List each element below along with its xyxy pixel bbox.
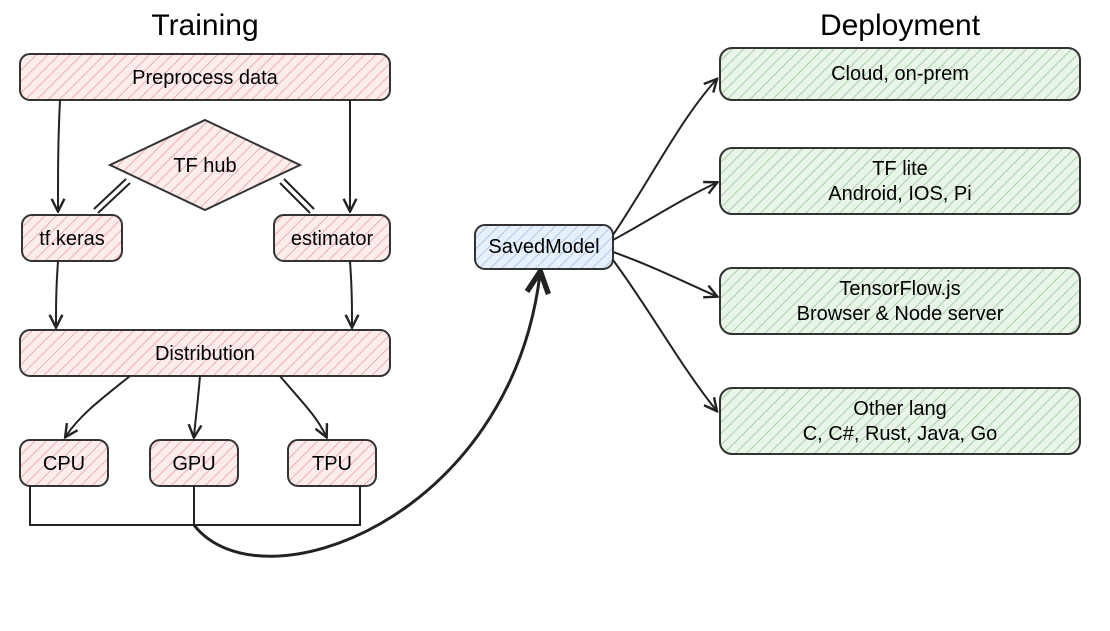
deployment-heading: Deployment: [820, 9, 981, 42]
tfjs-label-1: TensorFlow.js: [839, 278, 960, 300]
cpu-label: CPU: [43, 453, 85, 475]
tflite-label-2: Android, IOS, Pi: [828, 183, 971, 205]
distribution-label: Distribution: [155, 343, 255, 365]
other-box: Other lang C, C#, Rust, Java, Go: [720, 388, 1080, 454]
tpu-box: TPU: [288, 440, 376, 486]
estimator-label: estimator: [291, 228, 374, 250]
cloud-label: Cloud, on-prem: [831, 63, 969, 85]
tflite-box: TF lite Android, IOS, Pi: [720, 148, 1080, 214]
preprocess-label: Preprocess data: [132, 67, 279, 89]
tfhub-diamond: TF hub: [110, 120, 300, 210]
tflite-label-1: TF lite: [872, 158, 928, 180]
gpu-label: GPU: [172, 453, 215, 475]
savedmodel-label: SavedModel: [488, 236, 599, 258]
cpu-box: CPU: [20, 440, 108, 486]
other-label-2: C, C#, Rust, Java, Go: [803, 423, 998, 445]
tpu-label: TPU: [312, 453, 352, 475]
preprocess-box: Preprocess data: [20, 54, 390, 100]
training-heading: Training: [151, 9, 258, 42]
tfjs-label-2: Browser & Node server: [797, 303, 1004, 325]
gpu-box: GPU: [150, 440, 238, 486]
diagram-canvas: Training Deployment Preprocess data TF h…: [0, 0, 1110, 631]
distribution-box: Distribution: [20, 330, 390, 376]
connectors: [30, 80, 716, 556]
estimator-box: estimator: [274, 215, 390, 261]
tfkeras-box: tf.keras: [22, 215, 122, 261]
cloud-box: Cloud, on-prem: [720, 48, 1080, 100]
tfhub-label: TF hub: [173, 155, 236, 177]
other-label-1: Other lang: [853, 398, 946, 420]
savedmodel-box: SavedModel: [475, 225, 613, 269]
tfjs-box: TensorFlow.js Browser & Node server: [720, 268, 1080, 334]
tfkeras-label: tf.keras: [39, 228, 105, 250]
